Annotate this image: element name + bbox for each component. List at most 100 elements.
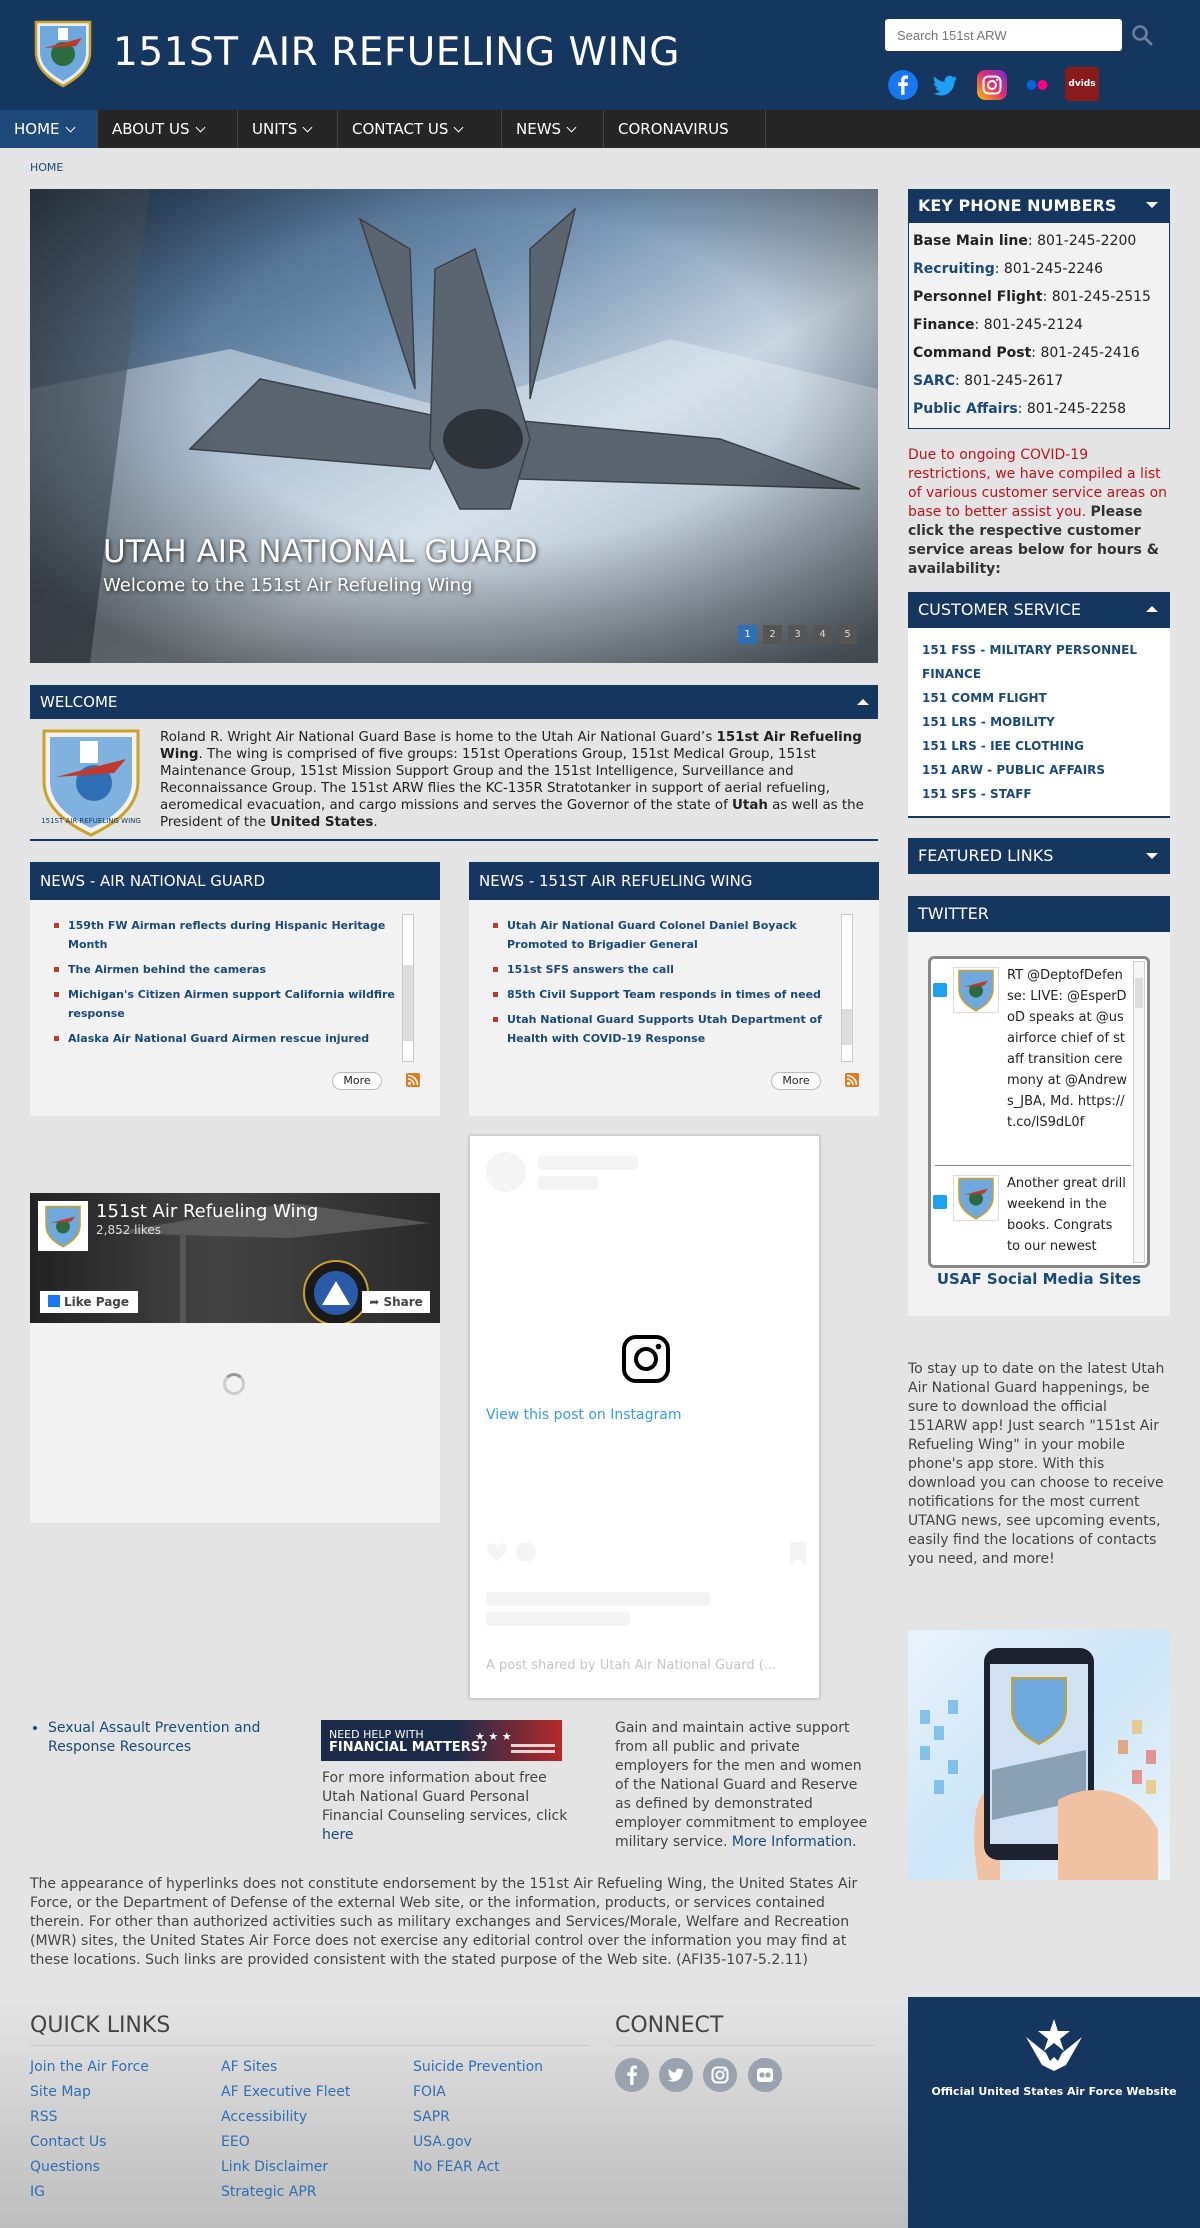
ig-credit-link[interactable]: A post shared by Utah Air National Guard…	[486, 1658, 776, 1673]
footer-link[interactable]: IG	[30, 2180, 149, 2205]
flickr-icon[interactable]	[748, 2058, 782, 2092]
nav-item-news[interactable]: NEWS	[502, 110, 604, 148]
slide-dot-5[interactable]: 5	[838, 625, 857, 644]
fb-page-name[interactable]: 151st Air Refueling Wing	[96, 1201, 318, 1222]
rss-icon[interactable]	[845, 1073, 859, 1087]
cs-link-lrs-iee[interactable]: 151 LRS - IEE CLOTHING	[922, 734, 1156, 758]
tweet-avatar-icon	[953, 967, 999, 1013]
facebook-icon[interactable]	[615, 2058, 649, 2092]
rss-icon[interactable]	[406, 1073, 420, 1087]
news-151-item[interactable]: 151st SFS answers the call	[487, 960, 847, 979]
news-151-item[interactable]: Utah Air National Guard Colonel Daniel B…	[487, 916, 847, 954]
facebook-icon[interactable]	[888, 70, 918, 100]
flickr-icon[interactable]	[1022, 70, 1052, 100]
footer-link[interactable]: Accessibility	[221, 2105, 350, 2130]
phone-row[interactable]: Public Affairs: 801-245-2258	[913, 395, 1165, 423]
footer-link[interactable]: SAPR	[413, 2105, 543, 2130]
facebook-cover-image[interactable]: 151st Air Refueling Wing 2,852 likes Lik…	[30, 1193, 440, 1323]
footer-link[interactable]: USA.gov	[413, 2130, 543, 2155]
cs-link-pa[interactable]: 151 ARW - PUBLIC AFFAIRS	[922, 758, 1156, 782]
search-input[interactable]	[885, 19, 1122, 51]
news-151-header: NEWS - 151ST AIR REFUELING WING	[469, 862, 879, 900]
news-ang-item[interactable]: The Airmen behind the cameras	[48, 960, 408, 979]
twitter-icon[interactable]	[931, 70, 961, 100]
news-ang-item[interactable]: 159th FW Airman reflects during Hispanic…	[48, 916, 408, 954]
welcome-header[interactable]: WELCOME	[30, 685, 878, 719]
instagram-icon[interactable]	[703, 2058, 737, 2092]
financial-banner[interactable]: NEED HELP WITH FINANCIAL MATTERS? ★ ★ ★	[321, 1720, 562, 1761]
nav-item-contact-us[interactable]: CONTACT US	[338, 110, 502, 148]
footer-link[interactable]: Contact Us	[30, 2130, 149, 2155]
cs-link-comm[interactable]: 151 COMM FLIGHT	[922, 686, 1156, 710]
dvids-icon[interactable]: dvids	[1065, 67, 1099, 101]
nav-item-coronavirus[interactable]: CORONAVIRUS	[604, 110, 766, 148]
slide-dot-4[interactable]: 4	[813, 625, 832, 644]
search-icon[interactable]	[1130, 23, 1154, 47]
nav-item-home[interactable]: HOME	[0, 110, 98, 148]
fb-share-button[interactable]: ➦ Share	[362, 1291, 430, 1313]
footer-link[interactable]: Suicide Prevention	[413, 2055, 543, 2080]
phone-row[interactable]: Recruiting: 801-245-2246	[913, 255, 1165, 283]
ig-view-post-link[interactable]: View this post on Instagram	[470, 1407, 820, 1423]
footer-link[interactable]: No FEAR Act	[413, 2155, 543, 2180]
usaf-official-block[interactable]: Official United States Air Force Website	[908, 1997, 1200, 2228]
expand-icon[interactable]	[1146, 853, 1158, 859]
fb-like-button[interactable]: Like Page	[40, 1291, 138, 1313]
covid-notice: Due to ongoing COVID-19 restrictions, we…	[908, 447, 1168, 577]
footer-link[interactable]: AF Executive Fleet	[221, 2080, 350, 2105]
twitter-icon[interactable]	[659, 2058, 693, 2092]
phones-header[interactable]: KEY PHONE NUMBERS	[908, 189, 1170, 223]
breadcrumb-home[interactable]: HOME	[30, 161, 63, 174]
hero-slideshow[interactable]: UTAH AIR NATIONAL GUARD Welcome to the 1…	[30, 189, 878, 663]
tweet-text: Another great drill weekend in the books…	[1007, 1176, 1126, 1254]
news-ang-item[interactable]: Alaska Air National Guard Airmen rescue …	[48, 1029, 408, 1048]
nav-item-about-us[interactable]: ABOUT US	[98, 110, 238, 148]
tweet[interactable]: Another great drill weekend in the books…	[931, 1171, 1131, 1265]
customer-service-header[interactable]: CUSTOMER SERVICE	[908, 592, 1170, 628]
footer-link[interactable]: Strategic APR	[221, 2180, 350, 2205]
footer-link[interactable]: RSS	[30, 2105, 149, 2130]
nav-item-units[interactable]: UNITS	[238, 110, 338, 148]
sapr-link[interactable]: Sexual Assault Prevention and Response R…	[48, 1719, 290, 1757]
app-promo-image[interactable]	[908, 1630, 1170, 1880]
tweet[interactable]: RT @DeptofDefense: LIVE: @EsperDoD speak…	[931, 963, 1131, 1163]
usaf-social-media-link[interactable]: USAF Social Media Sites	[908, 1270, 1170, 1288]
featured-links-header[interactable]: FEATURED LINKS	[908, 838, 1170, 874]
footer-link[interactable]: Link Disclaimer	[221, 2155, 350, 2180]
footer-link[interactable]: Questions	[30, 2155, 149, 2180]
footer-link[interactable]: Join the Air Force	[30, 2055, 149, 2080]
instagram-embed[interactable]: View this post on Instagram A post share…	[469, 1135, 820, 1699]
collapse-icon[interactable]	[857, 699, 869, 705]
collapse-icon[interactable]	[1146, 606, 1158, 612]
esgr-more-info-link[interactable]: More Information.	[732, 1834, 857, 1850]
wing-logo-icon[interactable]	[30, 18, 96, 88]
news-ang-item[interactable]: Michigan's Citizen Airmen support Califo…	[48, 985, 408, 1023]
cs-link-lrs-mobility[interactable]: 151 LRS - MOBILITY	[922, 710, 1156, 734]
instagram-icon	[622, 1335, 670, 1383]
slide-dot-3[interactable]: 3	[788, 625, 807, 644]
hero-subtitle: Welcome to the 151st Air Refueling Wing	[103, 575, 473, 596]
twitter-scrollbar[interactable]	[1133, 961, 1145, 1263]
news-151-item[interactable]: 85th Civil Support Team responds in time…	[487, 985, 847, 1004]
news-151-more-button[interactable]: More	[771, 1072, 821, 1090]
cs-link-sfs[interactable]: 151 SFS - STAFF	[922, 782, 1156, 806]
slide-dot-1[interactable]: 1	[738, 625, 757, 644]
collapse-icon[interactable]	[1146, 202, 1158, 208]
quick-links-col-3: Suicide Prevention FOIA SAPR USA.gov No …	[413, 2055, 543, 2180]
financial-here-link[interactable]: here	[322, 1827, 354, 1843]
site-title[interactable]: 151ST AIR REFUELING WING	[113, 30, 680, 75]
slide-dot-2[interactable]: 2	[763, 625, 782, 644]
footer-link[interactable]: EEO	[221, 2130, 350, 2155]
news-151-item[interactable]: Utah National Guard Supports Utah Depart…	[487, 1010, 847, 1048]
hero-title[interactable]: UTAH AIR NATIONAL GUARD	[103, 534, 538, 570]
footer-link[interactable]: AF Sites	[221, 2055, 350, 2080]
news-151-scrollbar[interactable]	[841, 914, 853, 1062]
footer-link[interactable]: Site Map	[30, 2080, 149, 2105]
news-ang-more-button[interactable]: More	[332, 1072, 382, 1090]
twitter-feed[interactable]: RT @DeptofDefense: LIVE: @EsperDoD speak…	[928, 956, 1150, 1268]
phone-row[interactable]: SARC: 801-245-2617	[913, 367, 1165, 395]
news-ang-scrollbar[interactable]	[402, 914, 414, 1062]
cs-link-fss[interactable]: 151 FSS - MILITARY PERSONNEL FINANCE	[922, 638, 1156, 686]
footer-link[interactable]: FOIA	[413, 2080, 543, 2105]
instagram-icon[interactable]	[977, 70, 1007, 100]
